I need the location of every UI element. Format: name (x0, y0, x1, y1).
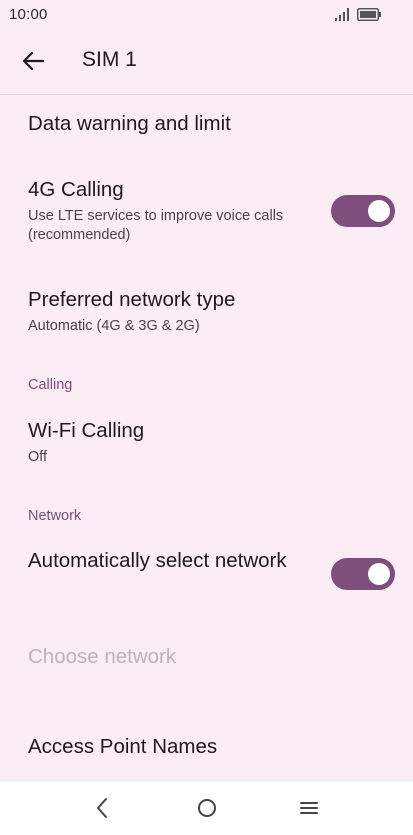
auto-select-network-toggle[interactable] (331, 558, 395, 590)
page-title: SIM 1 (82, 48, 137, 71)
arrow-left-icon (22, 51, 44, 71)
data-warning-title: Data warning and limit (28, 112, 231, 135)
preferred-network-subtitle: Automatic (4G & 3G & 2G) (28, 318, 200, 334)
toggle-knob (368, 563, 390, 585)
app-bar: SIM 1 (0, 30, 413, 94)
nav-back-icon (97, 798, 107, 818)
settings-screen: 10:00 SIM 1 Data warning and limit 4G Ca… (0, 0, 413, 835)
battery-icon (357, 8, 381, 21)
four-g-calling-row[interactable]: 4G Calling Use LTE services to improve v… (0, 165, 413, 255)
four-g-calling-toggle[interactable] (331, 195, 395, 227)
auto-select-network-title: Automatically select network (28, 549, 287, 572)
choose-network-title: Choose network (28, 645, 177, 668)
nav-menu-icon (300, 802, 318, 814)
signal-icon (335, 8, 349, 21)
data-warning-row[interactable]: Data warning and limit (0, 95, 413, 157)
navigation-bar (0, 780, 413, 835)
wifi-calling-row[interactable]: Wi-Fi Calling Off (0, 407, 413, 477)
nav-home-icon (198, 799, 216, 817)
access-point-names-title: Access Point Names (28, 735, 218, 758)
wifi-calling-title: Wi-Fi Calling (28, 419, 145, 442)
nav-back-button[interactable] (85, 793, 119, 823)
auto-select-network-row[interactable]: Automatically select network (0, 537, 413, 617)
nav-menu-button[interactable] (292, 793, 326, 823)
four-g-calling-subtitle: Use LTE services to improve voice calls … (28, 208, 284, 243)
choose-network-row: Choose network (0, 633, 413, 683)
preferred-network-row[interactable]: Preferred network type Automatic (4G & 3… (0, 275, 413, 345)
toggle-knob (368, 200, 390, 222)
wifi-calling-subtitle: Off (28, 449, 48, 465)
back-button[interactable] (18, 46, 48, 76)
calling-section-header: Calling (28, 377, 73, 393)
status-time: 10:00 (9, 6, 48, 23)
four-g-calling-title: 4G Calling (28, 178, 124, 201)
nav-home-button[interactable] (190, 793, 224, 823)
status-bar: 10:00 (0, 0, 413, 30)
access-point-names-row[interactable]: Access Point Names (0, 723, 413, 773)
network-section-header: Network (28, 508, 82, 524)
preferred-network-title: Preferred network type (28, 288, 236, 311)
